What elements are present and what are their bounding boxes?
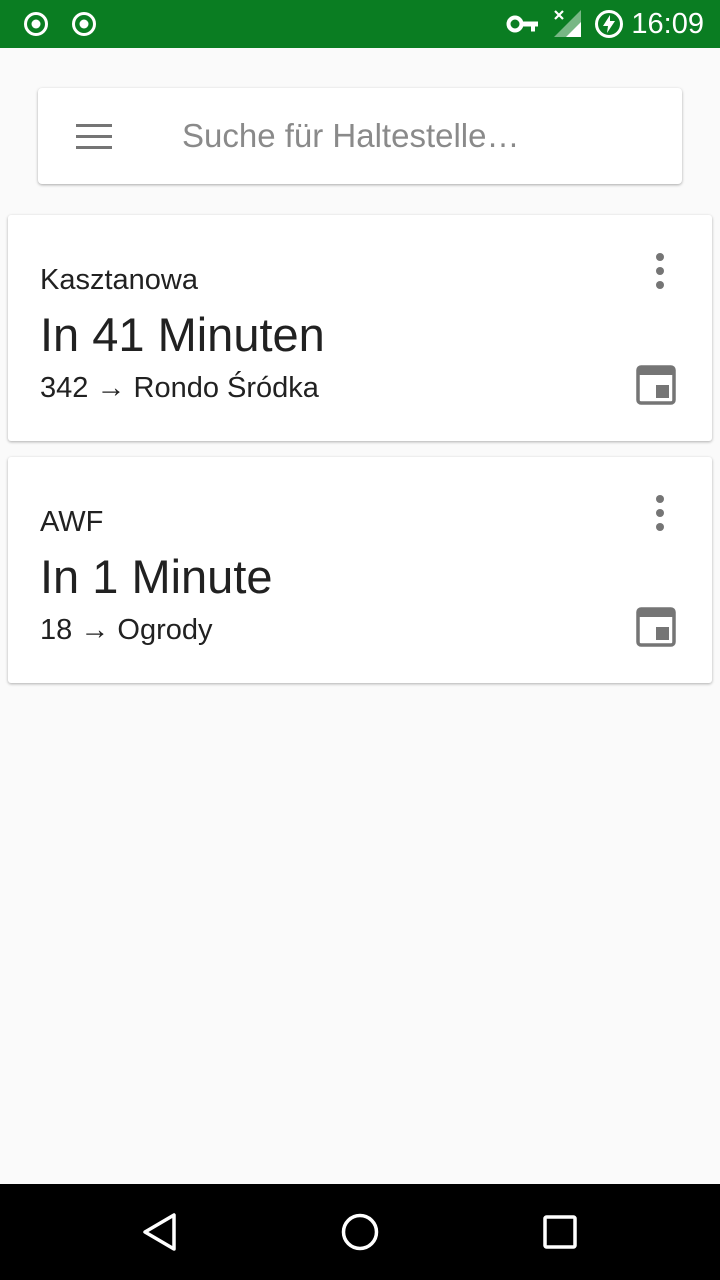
stop-name: AWF — [40, 506, 104, 538]
battery-charging-icon — [595, 10, 623, 38]
search-bar — [38, 88, 682, 184]
widget-icon[interactable] — [636, 365, 676, 405]
more-options-icon[interactable] — [640, 493, 680, 533]
destination: Ogrody — [117, 614, 213, 646]
search-input[interactable] — [182, 112, 652, 160]
vpn-key-icon — [506, 15, 538, 33]
arrow-icon: → — [96, 372, 126, 404]
navigation-bar — [0, 1184, 720, 1280]
home-icon[interactable] — [340, 1212, 380, 1252]
recents-icon[interactable] — [540, 1212, 580, 1252]
departure-card[interactable]: Kasztanowa In 41 Minuten 342 → Rondo Śró… — [8, 215, 712, 441]
status-time: 16:09 — [631, 8, 704, 40]
line-number: 18 — [40, 614, 73, 646]
route-line: 18 → Ogrody — [40, 613, 213, 647]
destination: Rondo Śródka — [133, 372, 319, 404]
line-number: 342 — [40, 372, 89, 404]
departure-card[interactable]: AWF In 1 Minute 18 → Ogrody — [8, 457, 712, 683]
widget-icon[interactable] — [636, 607, 676, 647]
record-icon — [72, 12, 96, 36]
stop-name: Kasztanowa — [40, 264, 198, 296]
more-options-icon[interactable] — [640, 251, 680, 291]
departure-eta: In 41 Minuten — [40, 308, 325, 361]
signal-no-data-icon — [554, 10, 581, 37]
route-line: 342 → Rondo Śródka — [40, 371, 319, 405]
arrow-icon: → — [80, 614, 110, 646]
departure-eta: In 1 Minute — [40, 550, 273, 603]
status-bar: 16:09 — [0, 0, 720, 48]
back-icon[interactable] — [140, 1212, 180, 1252]
record-icon — [24, 12, 48, 36]
menu-icon[interactable] — [74, 122, 114, 152]
